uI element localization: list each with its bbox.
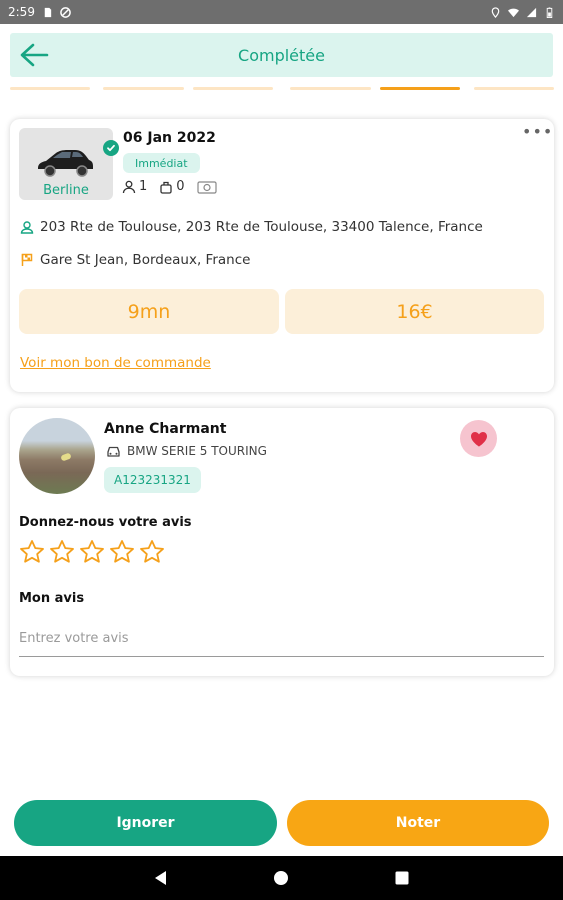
car-outline-icon [107,446,120,457]
star-rating[interactable] [19,539,165,565]
star-icon-2[interactable] [49,539,75,565]
dropoff-address-row: Gare St Jean, Bordeaux, France [20,252,250,268]
luggage-count: 0 [176,179,185,194]
status-bar: 2:59 [0,0,563,24]
pickup-address-row: 203 Rte de Toulouse, 203 Rte de Toulouse… [20,219,483,235]
passenger-count: 1 [139,179,148,194]
arrow-left-icon [20,43,49,67]
flag-icon [21,253,33,266]
driver-review-card: Anne Charmant BMW SERIE 5 TOURING A12323… [10,408,554,676]
sd-card-icon [44,7,52,17]
verified-badge [103,140,119,156]
license-plate: A123231321 [104,467,201,493]
nav-back-icon[interactable] [152,869,170,887]
trip-mode-badge: Immédiat [123,153,200,173]
progress-step-5 [380,87,460,90]
page-title: Complétée [238,45,325,65]
payment-icon [196,180,217,194]
trip-duration: 9mn [19,289,279,334]
rate-button[interactable]: Noter [287,800,549,846]
nav-home-icon[interactable] [272,869,290,887]
signal-icon [526,7,537,17]
star-icon-3[interactable] [79,539,105,565]
person-icon [122,180,136,193]
battery-icon [546,6,553,18]
car-model: BMW SERIE 5 TOURING [127,444,267,458]
review-label: Mon avis [19,591,85,606]
progress-step-2 [103,87,184,90]
wifi-icon [508,8,519,17]
vehicle-type: Berline [43,183,89,198]
vehicle-thumbnail: Berline [19,128,119,200]
check-icon [107,144,115,152]
driver-name: Anne Charmant [104,421,227,437]
trip-capacity: 1 0 [122,179,217,194]
trip-card: Berline 06 Jan 2022 Immédiat 1 0 ••• 203… [10,119,554,392]
luggage-icon [160,181,172,194]
progress-step-1 [10,87,90,90]
rating-label: Donnez-nous votre avis [19,515,192,530]
ignore-button[interactable]: Ignorer [14,800,277,846]
favorite-button[interactable] [460,420,497,457]
driver-avatar [19,418,95,494]
location-icon [491,6,500,18]
progress-step-6 [474,87,554,90]
star-icon-4[interactable] [109,539,135,565]
pickup-address: 203 Rte de Toulouse, 203 Rte de Toulouse… [40,219,483,235]
system-nav-bar [0,856,563,900]
trip-price: 16€ [285,289,544,334]
progress-step-4 [290,87,371,90]
progress-steps [0,87,563,91]
dropoff-address: Gare St Jean, Bordeaux, France [40,252,251,268]
pickup-location-icon [20,221,34,234]
top-bar: Complétée [10,33,553,77]
review-input[interactable] [19,620,544,657]
star-icon-1[interactable] [19,539,45,565]
trip-date: 06 Jan 2022 [123,130,216,146]
nav-recents-icon[interactable] [393,869,411,887]
progress-step-3 [193,87,273,90]
status-time: 2:59 [8,5,35,19]
no-disturb-icon [60,6,71,18]
order-form-link[interactable]: Voir mon bon de commande [20,355,211,371]
heart-icon [470,431,487,446]
back-button[interactable] [18,41,50,69]
more-options-button[interactable]: ••• [522,124,552,143]
car-model-row: BMW SERIE 5 TOURING [106,444,267,458]
star-icon-5[interactable] [139,539,165,565]
car-icon [38,150,93,177]
